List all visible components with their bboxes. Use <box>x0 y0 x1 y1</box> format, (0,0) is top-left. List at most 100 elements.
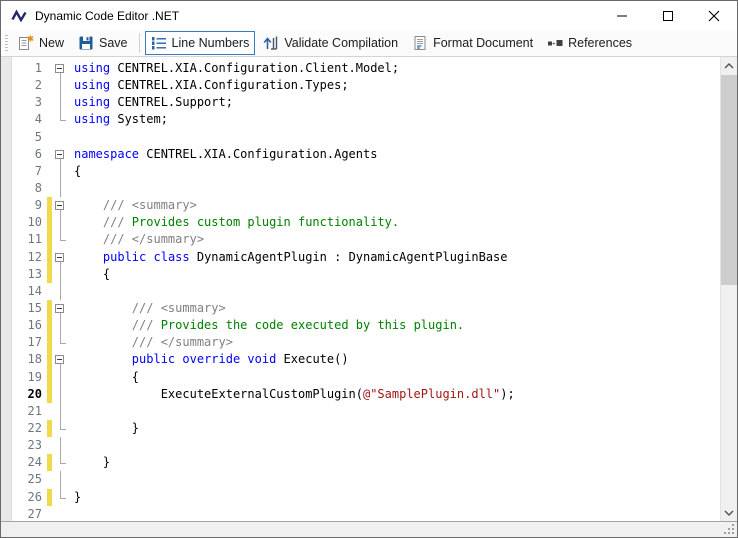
new-button[interactable]: New <box>12 31 70 55</box>
code-text[interactable]: namespace CENTREL.XIA.Configuration.Agen… <box>70 146 377 163</box>
scroll-down-button[interactable] <box>721 504 737 521</box>
scrollbar-thumb[interactable] <box>721 75 737 285</box>
save-button[interactable]: Save <box>72 31 134 55</box>
window-title: Dynamic Code Editor .NET <box>35 9 179 23</box>
titlebar[interactable]: Dynamic Code Editor .NET <box>1 1 737 30</box>
code-line: 17 /// </summary> <box>11 334 720 351</box>
fold-toggle[interactable] <box>52 60 70 77</box>
code-line: 12 public class DynamicAgentPlugin : Dyn… <box>11 249 720 266</box>
collapse-box-icon[interactable] <box>55 355 64 364</box>
code-line: 27 <box>11 506 720 521</box>
code-editor[interactable]: 1 using CENTREL.XIA.Configuration.Client.… <box>1 57 737 521</box>
code-text[interactable]: using CENTREL.XIA.Configuration.Client.M… <box>70 60 399 77</box>
code-text[interactable]: } <box>70 420 139 437</box>
collapse-box-icon[interactable] <box>55 201 64 210</box>
resize-grip[interactable] <box>724 524 735 535</box>
line-number: 18 <box>11 351 47 368</box>
fold-toggle[interactable] <box>52 351 70 368</box>
code-line: 2 using CENTREL.XIA.Configuration.Types; <box>11 77 720 94</box>
app-window: Dynamic Code Editor .NET <box>0 0 738 538</box>
line-numbers-icon <box>151 35 167 51</box>
code-line: 22 } <box>11 420 720 437</box>
line-number: 26 <box>11 489 47 506</box>
line-number: 21 <box>11 403 47 420</box>
code-line: 7{ <box>11 163 720 180</box>
fold-margin <box>52 403 70 420</box>
line-number: 13 <box>11 266 47 283</box>
toolbar-grip[interactable] <box>5 35 8 51</box>
code-text[interactable]: public override void Execute() <box>70 351 349 368</box>
code-text[interactable]: public class DynamicAgentPlugin : Dynami… <box>70 249 508 266</box>
minimize-button[interactable] <box>599 1 645 30</box>
code-text[interactable]: /// <summary> <box>70 300 226 317</box>
code-text[interactable]: } <box>70 454 110 471</box>
code-line: 6namespace CENTREL.XIA.Configuration.Age… <box>11 146 720 163</box>
line-number: 15 <box>11 300 47 317</box>
resize-grip-icon <box>724 524 735 535</box>
format-document-icon <box>412 35 428 51</box>
fold-margin <box>52 214 70 231</box>
close-icon <box>708 10 720 22</box>
maximize-button[interactable] <box>645 1 691 30</box>
code-text[interactable]: using CENTREL.XIA.Configuration.Types; <box>70 77 349 94</box>
line-number: 19 <box>11 369 47 386</box>
code-line: 21 <box>11 403 720 420</box>
code-text[interactable]: /// </summary> <box>70 334 233 351</box>
code-line: 16 /// Provides the code executed by thi… <box>11 317 720 334</box>
validate-compilation-button[interactable]: Validate Compilation <box>257 31 404 55</box>
maximize-icon <box>662 10 674 22</box>
fold-margin <box>52 180 70 197</box>
fold-margin <box>52 369 70 386</box>
line-numbers-toggle[interactable]: Line Numbers <box>145 31 256 55</box>
line-number: 16 <box>11 317 47 334</box>
code-text[interactable]: using CENTREL.Support; <box>70 94 233 111</box>
code-text[interactable]: /// </summary> <box>70 231 204 248</box>
line-number: 10 <box>11 214 47 231</box>
new-document-icon <box>18 35 34 51</box>
fold-margin <box>52 420 70 437</box>
code-line: 18 public override void Execute() <box>11 351 720 368</box>
references-label: References <box>568 36 632 50</box>
code-text[interactable]: { <box>70 163 81 180</box>
code-text[interactable]: ExecuteExternalCustomPlugin(@"SamplePlug… <box>70 386 515 403</box>
validate-compilation-label: Validate Compilation <box>284 36 398 50</box>
line-number: 1 <box>11 60 47 77</box>
vertical-scrollbar[interactable] <box>720 57 737 521</box>
collapse-box-icon[interactable] <box>55 304 64 313</box>
references-button[interactable]: References <box>541 31 638 55</box>
line-number: 2 <box>11 77 47 94</box>
line-number: 4 <box>11 111 47 128</box>
code-text[interactable]: { <box>70 266 110 283</box>
close-button[interactable] <box>691 1 737 30</box>
code-text[interactable]: { <box>70 369 139 386</box>
collapse-box-icon[interactable] <box>55 150 64 159</box>
line-number: 11 <box>11 231 47 248</box>
code-line: 10 /// Provides custom plugin functional… <box>11 214 720 231</box>
fold-toggle[interactable] <box>52 300 70 317</box>
code-text[interactable]: /// Provides the code executed by this p… <box>70 317 464 334</box>
format-document-button[interactable]: Format Document <box>406 31 539 55</box>
code-text[interactable]: using System; <box>70 111 168 128</box>
code-text[interactable]: /// <summary> <box>70 197 197 214</box>
line-number: 5 <box>11 129 47 146</box>
code-text[interactable]: } <box>70 489 81 506</box>
scroll-up-button[interactable] <box>721 57 737 74</box>
toolbar-separator <box>139 33 140 53</box>
fold-margin <box>52 77 70 94</box>
line-number: 27 <box>11 506 47 521</box>
collapse-box-icon[interactable] <box>55 64 64 73</box>
collapse-box-icon[interactable] <box>55 253 64 262</box>
line-numbers-label: Line Numbers <box>172 36 250 50</box>
status-strip <box>1 521 737 537</box>
code-line: 5 <box>11 129 720 146</box>
fold-margin <box>52 386 70 403</box>
fold-toggle[interactable] <box>52 249 70 266</box>
format-document-label: Format Document <box>433 36 533 50</box>
fold-toggle[interactable] <box>52 146 70 163</box>
code-text[interactable]: /// Provides custom plugin functionality… <box>70 214 399 231</box>
chevron-down-icon <box>724 510 734 516</box>
code-line: 25 <box>11 471 720 488</box>
fold-toggle[interactable] <box>52 197 70 214</box>
line-number: 12 <box>11 249 47 266</box>
code-lines[interactable]: 1 using CENTREL.XIA.Configuration.Client.… <box>11 57 720 521</box>
